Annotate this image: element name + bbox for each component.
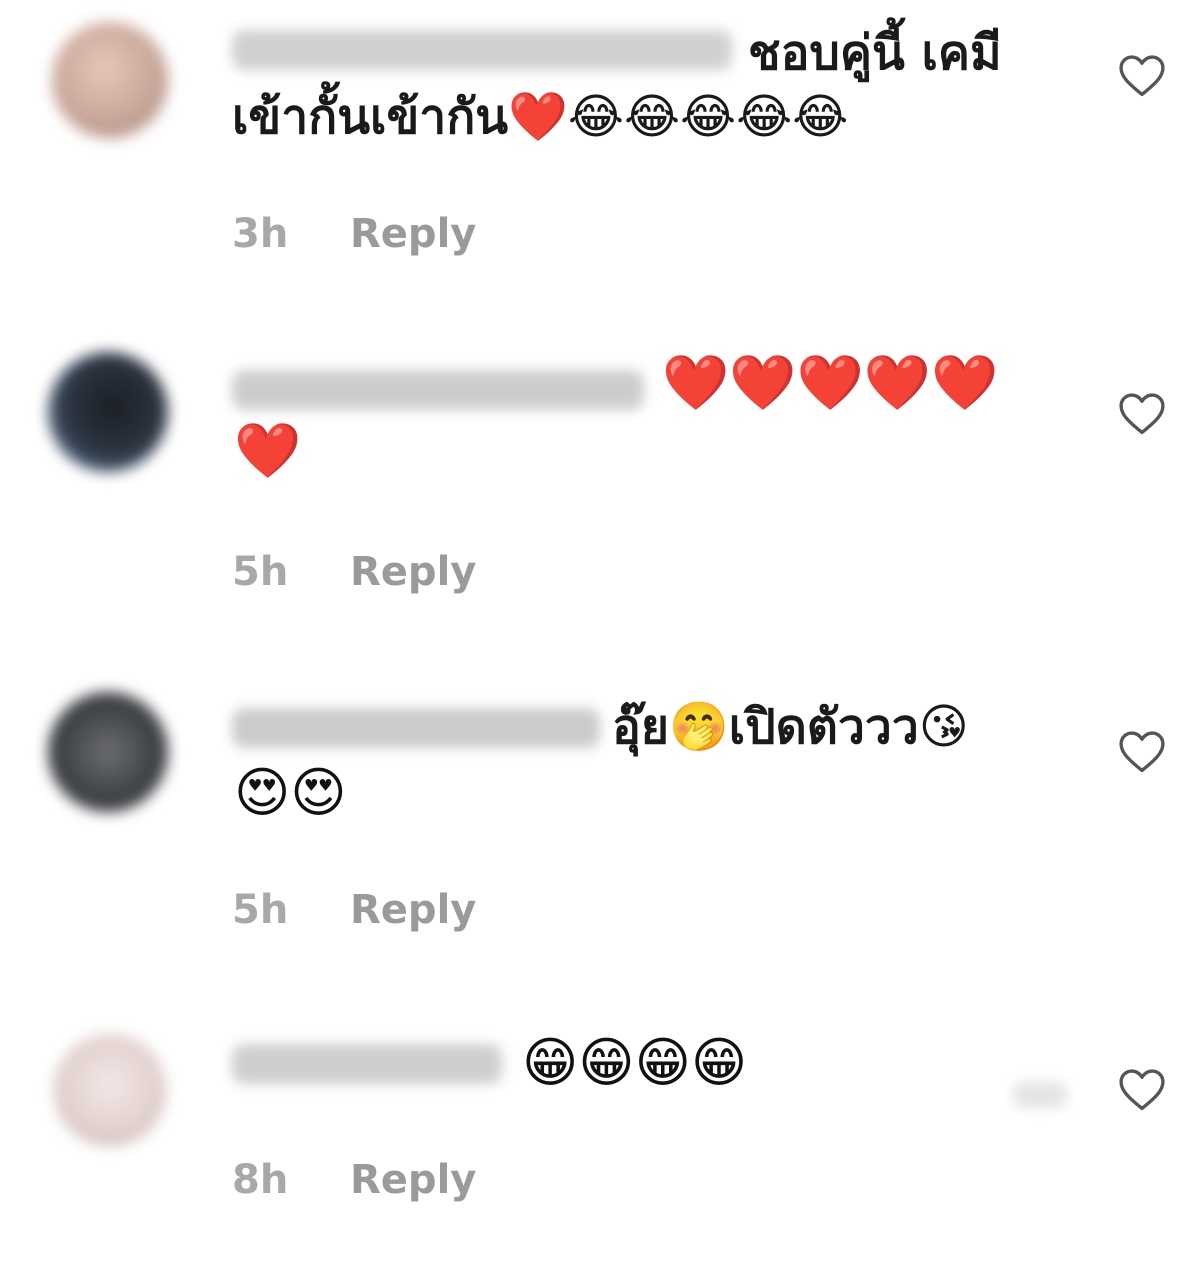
reply-button[interactable]: Reply: [350, 549, 476, 595]
timestamp: 8h: [232, 1157, 289, 1203]
comment-meta: 8h Reply: [232, 1156, 476, 1204]
comment-text: ชอบคู่นี้ เคมี: [748, 25, 1002, 81]
comment-meta: 3h Reply: [232, 210, 476, 258]
timestamp: 5h: [232, 549, 289, 595]
comment-text: ❤️❤️❤️❤️❤️: [662, 351, 999, 414]
comment-text: อุ๊ย🤭เปิดตัววว😘: [612, 699, 969, 755]
like-heart-icon[interactable]: [1116, 390, 1168, 436]
comment-text: 😁😁😁😁: [522, 1031, 748, 1094]
avatar[interactable]: [48, 692, 168, 812]
comment-emoji-line-2: ❤️: [234, 419, 302, 482]
avatar[interactable]: [52, 22, 168, 138]
avatar[interactable]: [54, 1034, 166, 1146]
comment-text-line-2: เข้ากั้นเข้ากัน❤️😂😂😂😂😂: [232, 89, 849, 145]
timestamp: 3h: [232, 211, 289, 257]
comment-meta: 5h Reply: [232, 548, 476, 596]
reply-button[interactable]: Reply: [350, 211, 476, 257]
avatar[interactable]: [48, 352, 168, 472]
redacted-badge: [1012, 1082, 1068, 1108]
like-heart-icon[interactable]: [1116, 1066, 1168, 1112]
username-redacted[interactable]: [232, 30, 732, 70]
username-redacted[interactable]: [232, 370, 644, 410]
reply-button[interactable]: Reply: [350, 887, 476, 933]
username-redacted[interactable]: [232, 1044, 502, 1084]
username-redacted[interactable]: [232, 708, 600, 748]
reply-button[interactable]: Reply: [350, 1157, 476, 1203]
comment-emoji-line-2: 😍😍: [234, 761, 347, 824]
like-heart-icon[interactable]: [1116, 52, 1168, 98]
timestamp: 5h: [232, 887, 289, 933]
comment-meta: 5h Reply: [232, 886, 476, 934]
like-heart-icon[interactable]: [1116, 728, 1168, 774]
